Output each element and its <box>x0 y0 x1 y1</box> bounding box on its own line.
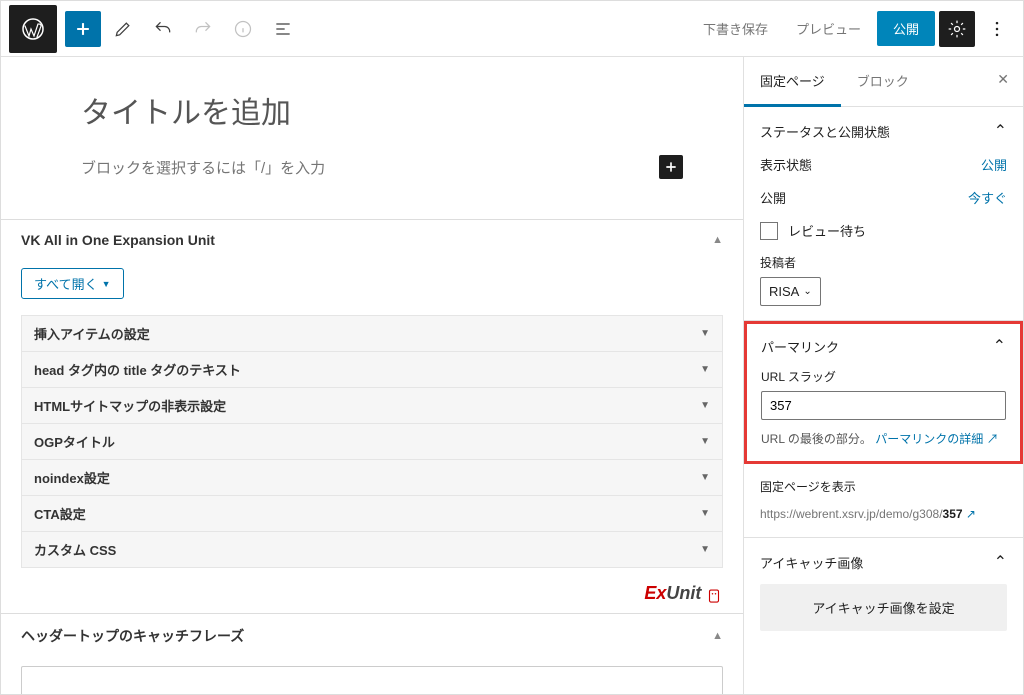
close-sidebar-button[interactable]: ✕ <box>983 57 1023 106</box>
chevron-down-icon: ▼ <box>102 279 111 289</box>
slug-label: URL スラッグ <box>761 368 1006 385</box>
vk-item[interactable]: head タグ内の title タグのテキスト▼ <box>21 351 723 388</box>
undo-icon[interactable] <box>145 11 181 47</box>
chevron-down-icon: ▼ <box>700 400 710 411</box>
status-header[interactable]: ステータスと公開状態 ⌃ <box>760 121 1007 141</box>
vk-item[interactable]: CTA設定▼ <box>21 495 723 532</box>
publish-label: 公開 <box>760 188 786 207</box>
catch-phrase-header[interactable]: ヘッダートップのキャッチフレーズ ▲ <box>1 614 743 658</box>
chevron-down-icon: ▼ <box>700 364 710 375</box>
external-link-icon: ↗ <box>987 432 999 446</box>
set-featured-image-button[interactable]: アイキャッチ画像を設定 <box>760 584 1007 631</box>
checkbox-icon[interactable] <box>760 222 778 240</box>
vk-item[interactable]: noindex設定▼ <box>21 459 723 496</box>
publish-value[interactable]: 今すぐ <box>968 188 1007 207</box>
chevron-up-icon: ▲ <box>712 630 723 642</box>
chevron-up-icon: ▲ <box>712 234 723 246</box>
featured-image-header[interactable]: アイキャッチ画像 ⌃ <box>760 552 1007 572</box>
chevron-up-icon: ⌃ <box>994 121 1007 141</box>
save-draft-button[interactable]: 下書き保存 <box>691 11 780 46</box>
settings-button[interactable] <box>939 11 975 47</box>
editor-area: ブロックを選択するには「/」を入力 VK All in One Expansio… <box>1 57 743 694</box>
vk-panel-header[interactable]: VK All in One Expansion Unit ▲ <box>1 220 743 260</box>
visibility-label: 表示状態 <box>760 155 812 174</box>
toolbar-left <box>65 11 301 47</box>
vk-panel: VK All in One Expansion Unit ▲ すべて開く ▼ 挿… <box>1 219 743 613</box>
page-url[interactable]: https://webrent.xsrv.jp/demo/g308/357 ↗ <box>760 505 1007 523</box>
preview-button[interactable]: プレビュー <box>784 11 873 46</box>
slug-input[interactable] <box>761 391 1006 420</box>
featured-image-section: アイキャッチ画像 ⌃ アイキャッチ画像を設定 <box>744 538 1023 645</box>
visibility-value[interactable]: 公開 <box>981 155 1007 174</box>
vk-item[interactable]: OGPタイトル▼ <box>21 423 723 460</box>
chevron-down-icon: ▼ <box>700 436 710 447</box>
view-page-label: 固定ページを表示 <box>760 478 1007 495</box>
chevron-down-icon: ▼ <box>700 472 710 483</box>
permalink-header[interactable]: パーマリンク ⌃ <box>761 336 1006 356</box>
open-all-button[interactable]: すべて開く ▼ <box>21 268 124 299</box>
toolbar-right: 下書き保存 プレビュー 公開 <box>691 11 1015 47</box>
chevron-up-icon: ⌃ <box>994 552 1007 572</box>
pending-review-checkbox[interactable]: レビュー待ち <box>760 221 1007 240</box>
sidebar-tabs: 固定ページ ブロック ✕ <box>744 57 1023 107</box>
edit-icon[interactable] <box>105 11 141 47</box>
permalink-section: パーマリンク ⌃ URL スラッグ URL の最後の部分。 パーマリンクの詳細 … <box>744 321 1023 464</box>
vk-item[interactable]: HTMLサイトマップの非表示設定▼ <box>21 387 723 424</box>
author-select[interactable]: RISA ⌄ <box>760 277 821 306</box>
view-page-section: 固定ページを表示 https://webrent.xsrv.jp/demo/g3… <box>744 464 1023 538</box>
permalink-details-link[interactable]: パーマリンクの詳細 <box>875 432 983 446</box>
vk-item[interactable]: 挿入アイテムの設定▼ <box>21 315 723 352</box>
inline-add-block-button[interactable] <box>659 155 683 179</box>
wordpress-logo[interactable] <box>9 5 57 53</box>
author-label: 投稿者 <box>760 254 1007 271</box>
redo-icon[interactable] <box>185 11 221 47</box>
exunit-logo: ExUnit <box>1 579 743 613</box>
add-block-button[interactable] <box>65 11 101 47</box>
tab-block[interactable]: ブロック <box>841 57 925 106</box>
settings-sidebar: 固定ページ ブロック ✕ ステータスと公開状態 ⌃ 表示状態 公開 公開 今すぐ <box>743 57 1023 694</box>
content-placeholder[interactable]: ブロックを選択するには「/」を入力 <box>81 157 325 178</box>
chevron-up-icon: ⌃ <box>993 336 1006 356</box>
chevron-down-icon: ▼ <box>700 328 710 339</box>
chevron-down-icon: ⌄ <box>803 286 811 297</box>
publish-button[interactable]: 公開 <box>877 11 935 46</box>
vk-panel-title: VK All in One Expansion Unit <box>21 232 215 248</box>
catch-phrase-panel: ヘッダートップのキャッチフレーズ ▲ ここに入力があると、入力内容がページ上部の… <box>1 613 743 694</box>
chevron-down-icon: ▼ <box>700 544 710 555</box>
external-link-icon: ↗ <box>966 507 976 521</box>
outline-icon[interactable] <box>265 11 301 47</box>
slug-description: URL の最後の部分。 パーマリンクの詳細 ↗ <box>761 430 1006 449</box>
top-toolbar: 下書き保存 プレビュー 公開 <box>1 1 1023 57</box>
vk-item[interactable]: カスタム CSS▼ <box>21 531 723 568</box>
catch-phrase-input[interactable] <box>21 666 723 694</box>
chevron-down-icon: ▼ <box>700 508 710 519</box>
status-section: ステータスと公開状態 ⌃ 表示状態 公開 公開 今すぐ レビュー待ち 投稿者 <box>744 107 1023 321</box>
vk-items-list: 挿入アイテムの設定▼ head タグ内の title タグのテキスト▼ HTML… <box>1 307 743 579</box>
tab-page[interactable]: 固定ページ <box>744 57 841 107</box>
info-icon[interactable] <box>225 11 261 47</box>
page-title-input[interactable] <box>81 97 683 131</box>
more-menu-button[interactable] <box>979 11 1015 47</box>
